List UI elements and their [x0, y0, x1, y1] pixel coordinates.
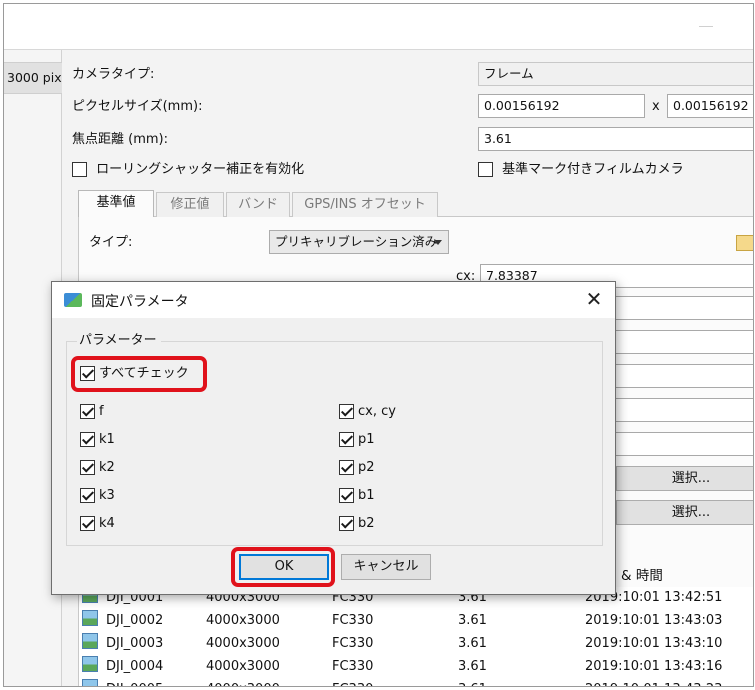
rolling-shutter-label: ローリングシャッター補正を有効化: [96, 162, 305, 177]
table-row[interactable]: DJI_0002 4000x3000 FC330 3.61 2019:10:01 13:…: [79, 610, 753, 632]
type-dropdown[interactable]: プリキャリブレーション済み: [269, 230, 449, 254]
app-icon: [64, 293, 82, 307]
param-checkbox[interactable]: [80, 432, 95, 447]
param-label: b1: [358, 488, 375, 503]
param-checkbox[interactable]: [339, 432, 354, 447]
cell-model: FC330: [332, 659, 374, 674]
param-option-k4[interactable]: k4: [80, 515, 115, 532]
param-label: k4: [99, 516, 115, 531]
pixel-size-x-input[interactable]: 0.00156192: [478, 94, 645, 118]
tab-band[interactable]: バンド: [226, 192, 290, 217]
cell-datetime: 2019:10:01 13:43:16: [585, 659, 723, 674]
param-checkbox[interactable]: [80, 460, 95, 475]
date-time-column-header[interactable]: & 時間: [621, 564, 663, 584]
table-row[interactable]: DJI_0003 4000x3000 FC330 3.61 2019:10:01 13:…: [79, 633, 753, 655]
focal-length-input[interactable]: 3.61: [478, 127, 753, 151]
cell-focal: 3.61: [458, 613, 487, 628]
param-label: p2: [358, 460, 375, 475]
cell-model: FC330: [332, 679, 373, 686]
param-label: k1: [99, 432, 115, 447]
cell-model: FC330: [332, 636, 374, 651]
table-row[interactable]: DJI_0005 4000x3000 FC330 3.61 2019:10:01 13:…: [79, 679, 753, 686]
fiducial-checkbox[interactable]: [478, 162, 493, 177]
param-option-p2[interactable]: p2: [339, 459, 375, 476]
parameters-group-label: パラメーター: [77, 332, 161, 350]
type-label: タイプ:: [89, 235, 133, 250]
param-checkbox[interactable]: [80, 516, 95, 531]
cell-name: DJI_0002: [106, 613, 164, 628]
parameters-group: パラメーター すべてチェック f k1 k2 k3 k4 cx, cy p1 p2 b1 b2: [66, 332, 603, 546]
param-checkbox[interactable]: [80, 488, 95, 503]
param-option-f[interactable]: f: [80, 403, 104, 420]
pixel-size-y-input[interactable]: 0.00156192: [667, 94, 753, 118]
cell-focal: 3.61: [458, 679, 487, 686]
param-checkbox[interactable]: [339, 460, 354, 475]
cell-name: DJI_0003: [106, 636, 164, 651]
cell-size: 4000x3000: [206, 613, 280, 628]
fiducial-option[interactable]: 基準マーク付きフィルムカメラ: [478, 161, 684, 179]
cell-size: 4000x3000: [206, 679, 280, 686]
cell-datetime: 2019:10:01 13:43:03: [585, 613, 723, 628]
param-option-k1[interactable]: k1: [80, 431, 115, 448]
tab-corrected[interactable]: 修正値: [156, 192, 224, 217]
dialog-body: パラメーター すべてチェック f k1 k2 k3 k4 cx, cy p1 p2 b1 b2 O…: [52, 318, 615, 594]
image-size-cell[interactable]: 3000 pix: [4, 62, 62, 94]
param-option-b2[interactable]: b2: [339, 515, 375, 532]
cell-size: 4000x3000: [206, 659, 280, 674]
param-label: b2: [358, 516, 375, 531]
cell-name: DJI_0005: [106, 679, 163, 686]
cancel-button[interactable]: キャンセル: [341, 554, 431, 580]
select-button-1[interactable]: 選択...: [616, 466, 753, 491]
chevron-down-icon: [434, 240, 442, 245]
cell-size: 4000x3000: [206, 636, 280, 651]
image-thumbnail-icon: [82, 656, 98, 672]
image-thumbnail-icon: [82, 610, 98, 626]
param-option-k3[interactable]: k3: [80, 487, 115, 504]
focal-length-label: 焦点距離 (mm):: [72, 132, 168, 147]
rolling-shutter-option[interactable]: ローリングシャッター補正を有効化: [72, 161, 304, 179]
check-all-highlight: [71, 356, 207, 392]
param-label: f: [99, 404, 104, 419]
select-button-2[interactable]: 選択...: [616, 500, 753, 525]
cell-name: DJI_0004: [106, 659, 164, 674]
param-checkbox[interactable]: [80, 404, 95, 419]
ok-highlight: [231, 547, 335, 587]
pixel-size-separator: x: [652, 99, 660, 114]
tab-gps-ins-offset[interactable]: GPS/INS オフセット: [292, 192, 438, 217]
camera-type-label: カメラタイプ:: [72, 67, 155, 82]
camera-type-field: フレーム: [478, 62, 753, 86]
rolling-shutter-checkbox[interactable]: [72, 162, 87, 177]
table-row[interactable]: DJI_0004 4000x3000 FC330 3.61 2019:10:01 13:…: [79, 656, 753, 678]
image-table: DJI_0001 4000x3000 FC330 3.61 2019:10:01 13:…: [79, 587, 753, 686]
folder-icon[interactable]: [736, 235, 753, 251]
param-label: k3: [99, 488, 115, 503]
image-thumbnail-icon: [82, 679, 98, 686]
param-checkbox[interactable]: [339, 516, 354, 531]
param-option-cx-cy[interactable]: cx, cy: [339, 403, 396, 420]
param-option-k2[interactable]: k2: [80, 459, 115, 476]
cell-datetime: 2019:10:01 13:43:10: [585, 636, 723, 651]
minimize-mark: [699, 26, 713, 27]
type-dropdown-value: プリキャリブレーション済み: [275, 234, 438, 249]
fixed-parameters-dialog: 固定パラメータ ✕ パラメーター すべてチェック f k1 k2 k3 k4 cx, cy…: [51, 281, 616, 595]
param-label: cx, cy: [358, 404, 396, 419]
fiducial-label: 基準マーク付きフィルムカメラ: [502, 162, 684, 177]
image-thumbnail-icon: [82, 633, 98, 649]
cell-model: FC330: [332, 613, 374, 628]
param-checkbox[interactable]: [339, 488, 354, 503]
pixel-size-label: ピクセルサイズ(mm):: [72, 99, 203, 114]
tab-reference[interactable]: 基準値: [78, 190, 154, 217]
cell-focal: 3.61: [458, 659, 487, 674]
close-icon[interactable]: ✕: [581, 286, 607, 312]
param-option-p1[interactable]: p1: [339, 431, 375, 448]
param-option-b1[interactable]: b1: [339, 487, 375, 504]
dialog-title: 固定パラメータ: [91, 294, 189, 310]
cell-datetime: 2019:10:01 13:43:23: [585, 679, 722, 686]
cell-focal: 3.61: [458, 636, 487, 651]
param-label: p1: [358, 432, 375, 447]
top-bar: [4, 4, 753, 50]
param-checkbox[interactable]: [339, 404, 354, 419]
dialog-title-bar: 固定パラメータ ✕: [52, 282, 615, 318]
param-label: k2: [99, 460, 115, 475]
